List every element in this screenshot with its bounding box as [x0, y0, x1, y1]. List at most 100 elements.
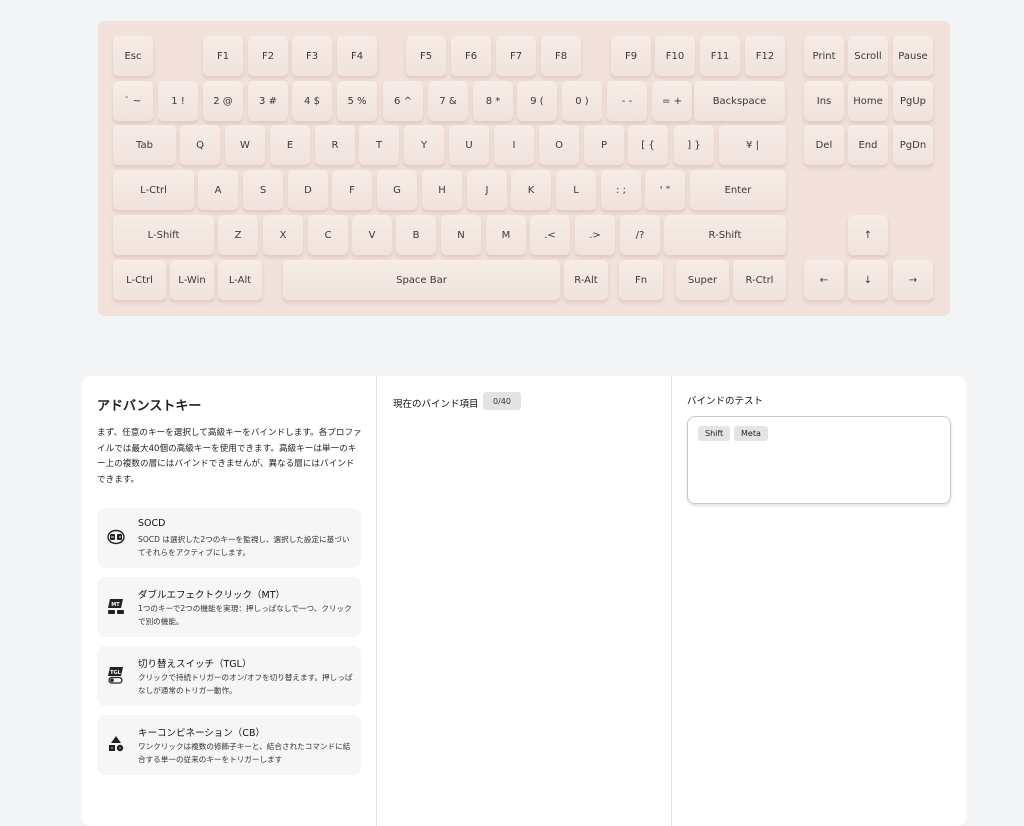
- mt-icon: MT: [108, 599, 124, 614]
- svg-text:MT: MT: [111, 602, 120, 608]
- key-[interactable]: ↓: [848, 260, 888, 300]
- key-[interactable]: ] }: [674, 125, 714, 165]
- key-4[interactable]: 4 $: [292, 81, 332, 121]
- key-x[interactable]: X: [263, 215, 303, 255]
- key-end[interactable]: End: [848, 125, 888, 165]
- key-t[interactable]: T: [359, 125, 399, 165]
- tgl-card[interactable]: TGL 切り替えスイッチ（TGL） クリックで持続トリガーのオン/オフを切り替え…: [97, 646, 361, 706]
- key-7[interactable]: 7 &: [428, 81, 468, 121]
- key-ins[interactable]: Ins: [804, 81, 844, 121]
- key-r[interactable]: R: [315, 125, 355, 165]
- key-[interactable]: ←: [804, 260, 844, 300]
- key-f10[interactable]: F10: [655, 36, 695, 76]
- key-w[interactable]: W: [225, 125, 265, 165]
- key-q[interactable]: Q: [180, 125, 220, 165]
- key-backspace[interactable]: Backspace: [694, 81, 785, 121]
- key-f6[interactable]: F6: [451, 36, 491, 76]
- key-esc[interactable]: Esc: [113, 36, 153, 76]
- key-m[interactable]: M: [486, 215, 526, 255]
- key-f9[interactable]: F9: [611, 36, 651, 76]
- key-e[interactable]: E: [270, 125, 310, 165]
- key-[interactable]: ' ": [645, 170, 685, 210]
- key-c[interactable]: C: [308, 215, 348, 255]
- key-a[interactable]: A: [198, 170, 238, 210]
- key-[interactable]: ↑: [848, 215, 888, 255]
- key-z[interactable]: Z: [218, 215, 258, 255]
- key-r-shift[interactable]: R-Shift: [664, 215, 786, 255]
- key-f7[interactable]: F7: [496, 36, 536, 76]
- key-fn[interactable]: Fn: [619, 260, 663, 300]
- key-[interactable]: - -: [607, 81, 647, 121]
- key-f5[interactable]: F5: [406, 36, 446, 76]
- key-d[interactable]: D: [288, 170, 328, 210]
- key-6[interactable]: 6 ^: [383, 81, 423, 121]
- key-tab[interactable]: Tab: [113, 125, 176, 165]
- key-home[interactable]: Home: [848, 81, 888, 121]
- key-l-shift[interactable]: L-Shift: [113, 215, 214, 255]
- key-8[interactable]: 8 *: [473, 81, 513, 121]
- key-f[interactable]: F: [332, 170, 372, 210]
- tgl-icon: TGL: [108, 667, 123, 684]
- key-9[interactable]: 9 (: [517, 81, 557, 121]
- key-del[interactable]: Del: [804, 125, 844, 165]
- key-p[interactable]: P: [584, 125, 624, 165]
- key-[interactable]: .>: [575, 215, 615, 255]
- key-1[interactable]: 1 !: [158, 81, 198, 121]
- key-2[interactable]: 2 @: [203, 81, 243, 121]
- key-r-ctrl[interactable]: R-Ctrl: [733, 260, 786, 300]
- key-5[interactable]: 5 %: [337, 81, 377, 121]
- key-f8[interactable]: F8: [541, 36, 581, 76]
- cb-card[interactable]: キーコンビネーション（CB） ワンクリックは複数の修飾子キーと、結合されたコマン…: [97, 715, 361, 775]
- key-0[interactable]: 0 ): [562, 81, 602, 121]
- key-n[interactable]: N: [441, 215, 481, 255]
- key-y[interactable]: Y: [404, 125, 444, 165]
- key-[interactable]: /?: [620, 215, 660, 255]
- binding-test-area[interactable]: Shift Meta: [687, 416, 951, 504]
- key-f2[interactable]: F2: [248, 36, 288, 76]
- key-b[interactable]: B: [396, 215, 436, 255]
- key-o[interactable]: O: [539, 125, 579, 165]
- key-print[interactable]: Print: [804, 36, 844, 76]
- key-f3[interactable]: F3: [292, 36, 332, 76]
- advanced-keys-column: アドバンストキー まず、任意のキーを選択して高級キーをバインドします。各プロファ…: [81, 376, 376, 826]
- key-3[interactable]: 3 #: [248, 81, 288, 121]
- key-[interactable]: .<: [530, 215, 570, 255]
- key-j[interactable]: J: [467, 170, 507, 210]
- key-[interactable]: : ;: [601, 170, 641, 210]
- key-l-win[interactable]: L-Win: [170, 260, 214, 300]
- key-r-alt[interactable]: R-Alt: [564, 260, 608, 300]
- key-f4[interactable]: F4: [337, 36, 377, 76]
- key-enter[interactable]: Enter: [690, 170, 786, 210]
- modifier-tag-shift: Shift: [698, 426, 731, 441]
- key-l-ctrl[interactable]: L-Ctrl: [113, 170, 194, 210]
- card-description: ワンクリックは複数の修飾子キーと、結合されたコマンドに結合する単一の従来のキーを…: [138, 742, 351, 764]
- key-pause[interactable]: Pause: [893, 36, 933, 76]
- key-h[interactable]: H: [422, 170, 462, 210]
- socd-card[interactable]: SOCD SOCD は選択した2つのキーを監視し、選択した設定に基づいてそれらを…: [97, 508, 361, 568]
- key-[interactable]: [ {: [628, 125, 668, 165]
- key-v[interactable]: V: [352, 215, 392, 255]
- key-super[interactable]: Super: [676, 260, 729, 300]
- key-f11[interactable]: F11: [700, 36, 740, 76]
- key-u[interactable]: U: [449, 125, 489, 165]
- key-l-ctrl[interactable]: L-Ctrl: [113, 260, 166, 300]
- key-g[interactable]: G: [377, 170, 417, 210]
- card-description: クリックで持続トリガーのオン/オフを切り替えます。押しっぱなしが通常のトリガー動…: [138, 673, 353, 695]
- key-[interactable]: ¥ |: [719, 125, 786, 165]
- key-s[interactable]: S: [243, 170, 283, 210]
- key-l[interactable]: L: [556, 170, 596, 210]
- key-i[interactable]: I: [494, 125, 534, 165]
- key-pgdn[interactable]: PgDn: [893, 125, 933, 165]
- key-[interactable]: →: [893, 260, 933, 300]
- key-f1[interactable]: F1: [203, 36, 243, 76]
- key-l-alt[interactable]: L-Alt: [218, 260, 262, 300]
- key-space-bar[interactable]: Space Bar: [283, 260, 560, 300]
- key-[interactable]: = +: [652, 81, 692, 121]
- key-f12[interactable]: F12: [745, 36, 785, 76]
- key-scroll[interactable]: Scroll: [848, 36, 888, 76]
- key-k[interactable]: K: [511, 170, 551, 210]
- mt-card[interactable]: MT ダブルエフェクトクリック（MT） 1つのキーで2つの機能を実現：押しっぱな…: [97, 577, 361, 637]
- key-[interactable]: ` ~: [113, 81, 153, 121]
- key-pgup[interactable]: PgUp: [893, 81, 933, 121]
- card-description: SOCD は選択した2つのキーを監視し、選択した設定に基づいてそれらをアクティブ…: [138, 535, 350, 557]
